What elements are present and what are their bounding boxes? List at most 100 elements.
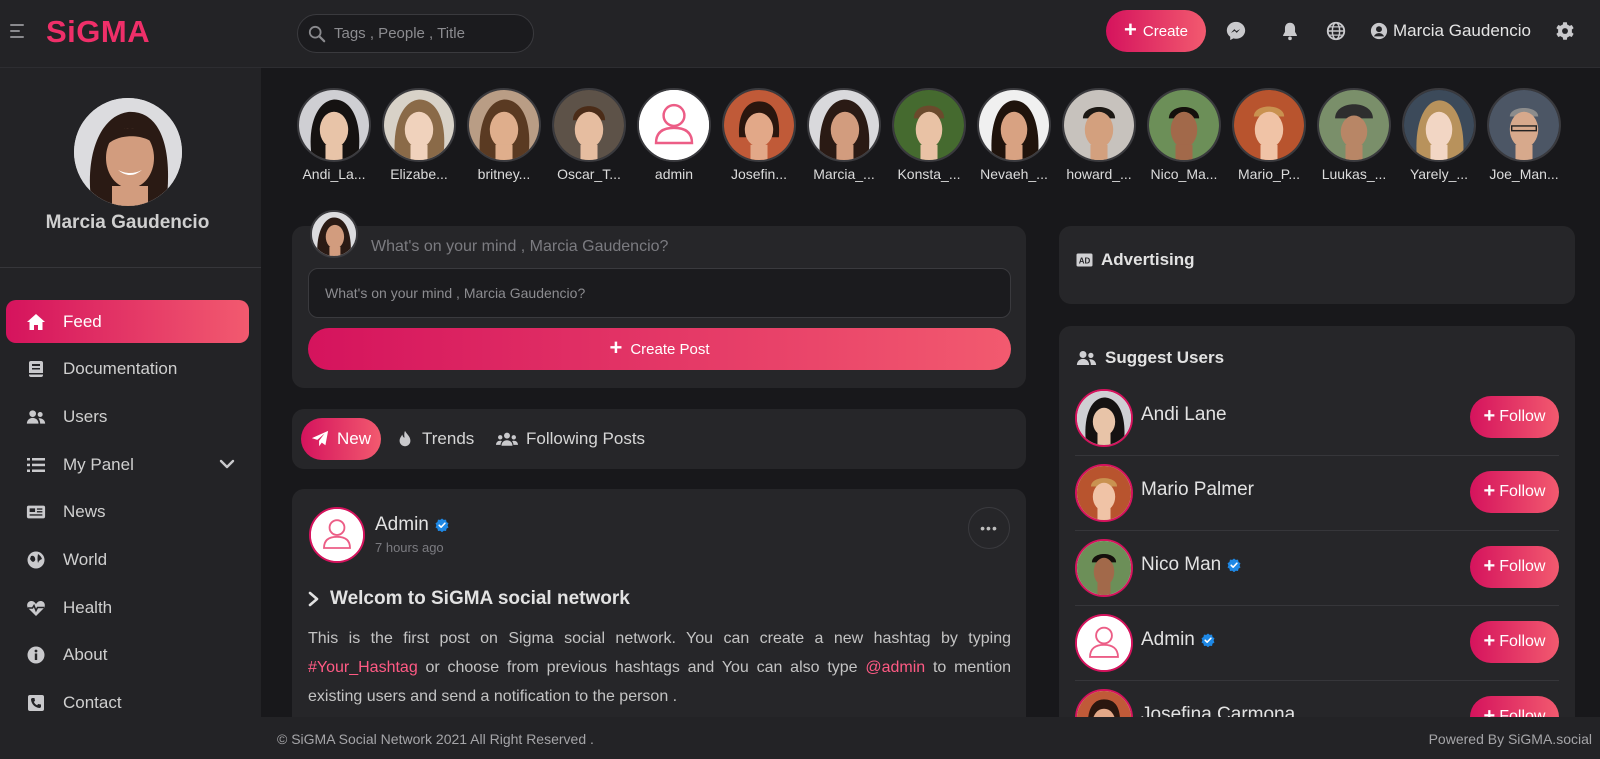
user-circle-icon	[1370, 22, 1388, 40]
create-post-button[interactable]: + Create Post	[308, 328, 1011, 370]
suggested-user-avatar[interactable]	[1075, 539, 1133, 597]
sidebar-item-about[interactable]: About	[6, 634, 249, 677]
follow-button[interactable]: +Follow	[1470, 471, 1559, 513]
sidebar-item-label: News	[63, 502, 106, 522]
post-author[interactable]: Admin	[375, 514, 449, 536]
story-avatar	[1232, 88, 1306, 162]
story-item[interactable]: britney...	[467, 88, 541, 182]
search-bar[interactable]	[297, 14, 534, 53]
story-item[interactable]: Nevaeh_...	[977, 88, 1051, 182]
search-input[interactable]	[334, 25, 524, 42]
tab-new[interactable]: New	[301, 418, 382, 460]
verified-badge-icon	[435, 518, 449, 532]
story-avatar	[382, 88, 456, 162]
create-button[interactable]: + Create	[1106, 10, 1206, 52]
follow-label: Follow	[1499, 408, 1546, 425]
story-item[interactable]: Elizabe...	[382, 88, 456, 182]
profile-avatar[interactable]	[74, 98, 182, 206]
messenger-icon[interactable]	[1225, 20, 1247, 42]
story-name: Marcia_...	[813, 166, 875, 182]
suggested-user-avatar[interactable]	[1075, 389, 1133, 447]
sidebar-item-contact[interactable]: Contact	[6, 682, 249, 725]
post-title-text: Welcom to SiGMA social network	[330, 588, 630, 609]
book-icon	[29, 361, 43, 378]
follow-button[interactable]: +Follow	[1470, 621, 1559, 663]
plus-icon: +	[1483, 630, 1496, 652]
user-menu[interactable]: Marcia Gaudencio	[1370, 18, 1531, 44]
post-author-avatar[interactable]	[309, 507, 365, 563]
post-body: This is the first post on Sigma social n…	[308, 624, 1011, 711]
story-item[interactable]: Oscar_T...	[552, 88, 626, 182]
story-item[interactable]: Konsta_...	[892, 88, 966, 182]
story-name: Konsta_...	[897, 166, 961, 182]
story-item[interactable]: Marcia_...	[807, 88, 881, 182]
suggested-user-name[interactable]: Mario Palmer	[1141, 479, 1254, 501]
phone-icon	[28, 695, 44, 711]
story-name: howard_...	[1066, 166, 1132, 182]
tab-trends[interactable]: Trends	[396, 418, 474, 460]
follow-button[interactable]: +Follow	[1470, 396, 1559, 438]
suggested-user-avatar[interactable]	[1075, 614, 1133, 672]
suggested-user-name[interactable]: Nico Man	[1141, 554, 1241, 576]
verified-badge-icon	[1227, 558, 1241, 572]
list-icon	[27, 457, 45, 472]
tab-label: Trends	[422, 429, 475, 448]
chevron-right-icon	[308, 591, 319, 607]
story-item[interactable]: Joe_Man...	[1487, 88, 1561, 182]
sidebar-item-documentation[interactable]: Documentation	[6, 348, 249, 391]
composer-input[interactable]	[308, 268, 1011, 318]
story-item[interactable]: Andi_La...	[297, 88, 371, 182]
story-item[interactable]: admin	[637, 88, 711, 182]
mention-link[interactable]: @admin	[865, 659, 925, 676]
sidebar-item-feed[interactable]: Feed	[6, 300, 249, 343]
story-item[interactable]: Yarely_...	[1402, 88, 1476, 182]
suggested-user-name[interactable]: Andi Lane	[1141, 404, 1227, 426]
suggested-user-avatar[interactable]	[1075, 464, 1133, 522]
story-avatar	[807, 88, 881, 162]
suggest-users-card: Suggest Users Andi Lane + Follow Mario Pa…	[1059, 326, 1575, 726]
hamburger-menu-icon[interactable]	[10, 24, 27, 41]
follow-label: Follow	[1499, 633, 1546, 650]
follow-button[interactable]: +Follow	[1470, 546, 1559, 588]
story-item[interactable]: Josefin...	[722, 88, 796, 182]
globe-icon[interactable]	[1325, 20, 1347, 42]
info-icon	[27, 646, 45, 664]
post-options-button[interactable]: •••	[968, 507, 1010, 549]
bell-icon[interactable]	[1279, 20, 1301, 42]
footer: © SiGMA Social Network 2021 All Right Re…	[261, 717, 1600, 759]
suggested-user-row: Admin + Follow	[1075, 606, 1559, 681]
story-name: Oscar_T...	[557, 166, 621, 182]
ellipsis-icon: •••	[980, 520, 998, 536]
hashtag-link[interactable]: #Your_Hashtag	[308, 659, 418, 676]
gear-icon[interactable]	[1554, 20, 1576, 42]
suggested-user-name-text: Nico Man	[1141, 554, 1222, 575]
sidebar-item-my-panel[interactable]: My Panel	[6, 443, 249, 486]
story-item[interactable]: Luukas_...	[1317, 88, 1391, 182]
story-item[interactable]: Nico_Ma...	[1147, 88, 1221, 182]
post-title[interactable]: Welcom to SiGMA social network	[308, 588, 630, 610]
tab-label: Following Posts	[526, 429, 646, 448]
sidebar-item-news[interactable]: News	[6, 491, 249, 534]
story-name: Nevaeh_...	[980, 166, 1048, 182]
sidebar-item-health[interactable]: Health	[6, 586, 249, 629]
tab-following-posts[interactable]: Following Posts	[496, 418, 645, 460]
advertising-title: AD Advertising	[1076, 250, 1195, 270]
powered-by-link[interactable]: Powered By SiGMA.social	[1429, 731, 1592, 747]
tab-label: New	[337, 429, 372, 448]
chevron-down-icon[interactable]	[219, 456, 235, 472]
suggested-user-name[interactable]: Admin	[1141, 629, 1215, 651]
composer-avatar	[310, 210, 358, 258]
story-item[interactable]: Mario_P...	[1232, 88, 1306, 182]
logo[interactable]: SiGMA	[46, 14, 150, 50]
copyright-text: © SiGMA Social Network 2021 All Right Re…	[277, 731, 594, 747]
story-avatar	[1402, 88, 1476, 162]
sidebar-item-world[interactable]: World	[6, 538, 249, 581]
story-item[interactable]: howard_...	[1062, 88, 1136, 182]
sidebar-item-label: Users	[63, 406, 108, 426]
story-name: Yarely_...	[1409, 166, 1469, 182]
post-composer: What's on your mind , Marcia Gaudencio? …	[292, 210, 1026, 388]
sidebar-item-users[interactable]: Users	[6, 395, 249, 438]
heartbeat-icon	[27, 600, 45, 616]
story-name: Luukas_...	[1321, 166, 1387, 182]
story-avatar	[892, 88, 966, 162]
